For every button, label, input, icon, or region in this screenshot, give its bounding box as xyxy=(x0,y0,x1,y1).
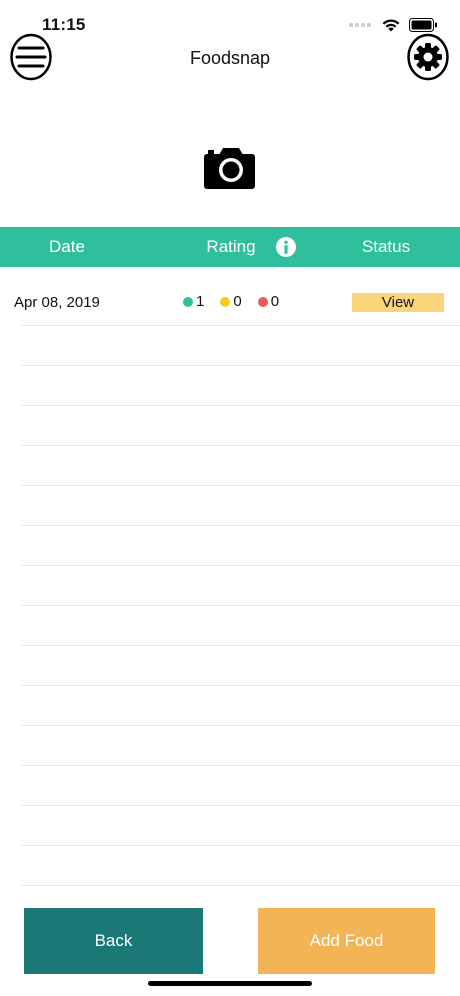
list-divider xyxy=(22,525,460,526)
list-divider xyxy=(22,845,460,846)
list-divider xyxy=(22,565,460,566)
home-indicator xyxy=(148,981,312,986)
yellow-dot-icon xyxy=(220,296,231,307)
view-button[interactable]: View xyxy=(352,293,444,312)
back-button[interactable]: Back xyxy=(24,908,203,974)
list-divider xyxy=(22,365,460,366)
list-divider xyxy=(22,445,460,446)
list-divider xyxy=(22,765,460,766)
list-divider xyxy=(22,645,460,646)
rating-counts: 1 0 0 xyxy=(183,293,295,310)
list-divider xyxy=(22,605,460,606)
red-dot-icon xyxy=(257,296,268,307)
gear-icon xyxy=(407,33,449,81)
table-header: Date Rating Status xyxy=(0,227,460,267)
settings-button[interactable] xyxy=(407,33,449,81)
list-divider xyxy=(22,805,460,806)
camera-button[interactable] xyxy=(203,145,257,191)
page-title: Foodsnap xyxy=(189,48,271,68)
table-row[interactable]: Apr 08, 2019 1 0 0 View xyxy=(0,282,460,324)
row-date: Apr 08, 2019 xyxy=(14,294,100,311)
column-header-date: Date xyxy=(49,237,85,256)
list-divider xyxy=(22,485,460,486)
info-icon xyxy=(276,237,296,257)
rating-info-button[interactable] xyxy=(275,236,297,258)
red-count: 0 xyxy=(270,293,280,310)
list-divider xyxy=(22,685,460,686)
column-header-rating: Rating xyxy=(206,237,256,256)
list-divider xyxy=(22,885,460,886)
green-dot-icon xyxy=(183,296,193,307)
yellow-count: 0 xyxy=(233,293,242,310)
list-divider xyxy=(22,325,460,326)
cellular-signal-icon xyxy=(349,23,371,27)
list-divider xyxy=(22,405,460,406)
list-divider xyxy=(22,725,460,726)
add-food-button[interactable]: Add Food xyxy=(258,908,435,974)
nav-bar: Foodsnap xyxy=(0,30,460,86)
column-header-status: Status xyxy=(361,237,411,256)
green-count: 1 xyxy=(196,293,205,310)
camera-icon xyxy=(204,148,255,189)
